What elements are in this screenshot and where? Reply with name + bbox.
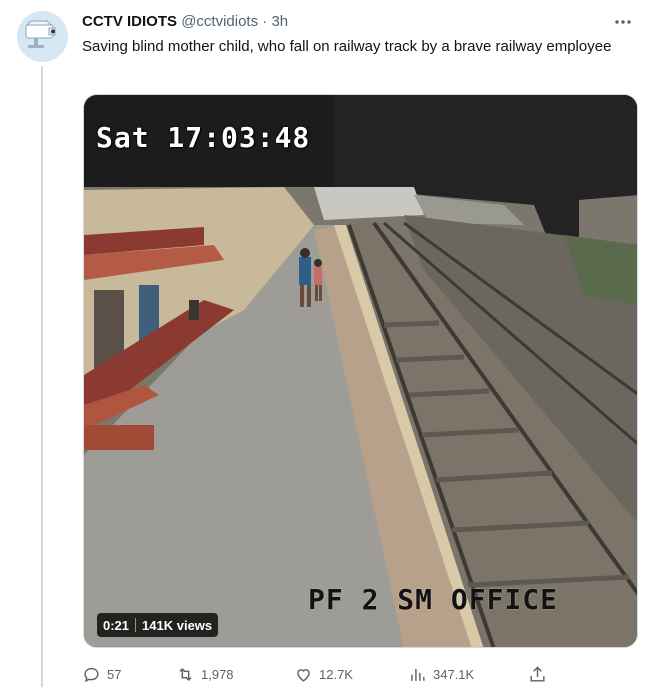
analytics-button[interactable]: 347.1K [408,665,474,684]
retweet-count: 1,978 [201,666,234,682]
video-info-badge: 0:21 141K views [97,613,219,637]
analytics-count: 347.1K [433,666,475,682]
share-button[interactable] [528,665,547,684]
cctv-camera-icon [17,11,68,62]
like-count: 12.7K [319,666,353,682]
share-icon [530,665,545,682]
analytics-icon [411,668,425,681]
badge-divider [135,618,137,632]
thread-line [41,66,43,687]
separator-dot: · [262,13,268,30]
camera-location-overlay: PF 2 SM OFFICE [308,583,559,616]
camera-timestamp-overlay: Sat 17:03:48 [96,121,311,154]
like-button[interactable]: 12.7K [294,665,353,684]
tweet-actions: 57 1,978 12.7K 347.1K [78,660,558,688]
more-options-button[interactable] [611,10,635,34]
tweet-text: Saving blind mother child, who fall on r… [82,38,612,55]
reply-button[interactable]: 57 [82,665,121,684]
tweet-header: CCTV IDIOTS @cctvidiots · 3h [82,12,589,32]
avatar[interactable] [17,11,68,62]
retweet-button[interactable]: 1,978 [176,665,234,684]
reply-count: 57 [107,666,122,682]
video-player[interactable]: Sat 17:03:48 PF 2 SM OFFICE 0:21 141K vi… [83,94,638,648]
video-frame [84,95,637,647]
user-handle[interactable]: @cctvidiots [181,13,258,30]
more-options-icon [615,20,631,24]
heart-icon [297,668,310,682]
display-name[interactable]: CCTV IDIOTS [82,13,177,30]
reply-icon [84,667,99,682]
retweet-icon [179,667,192,681]
video-views: 141K views [142,617,213,633]
video-duration: 0:21 [103,617,130,633]
timestamp[interactable]: 3h [271,13,288,30]
